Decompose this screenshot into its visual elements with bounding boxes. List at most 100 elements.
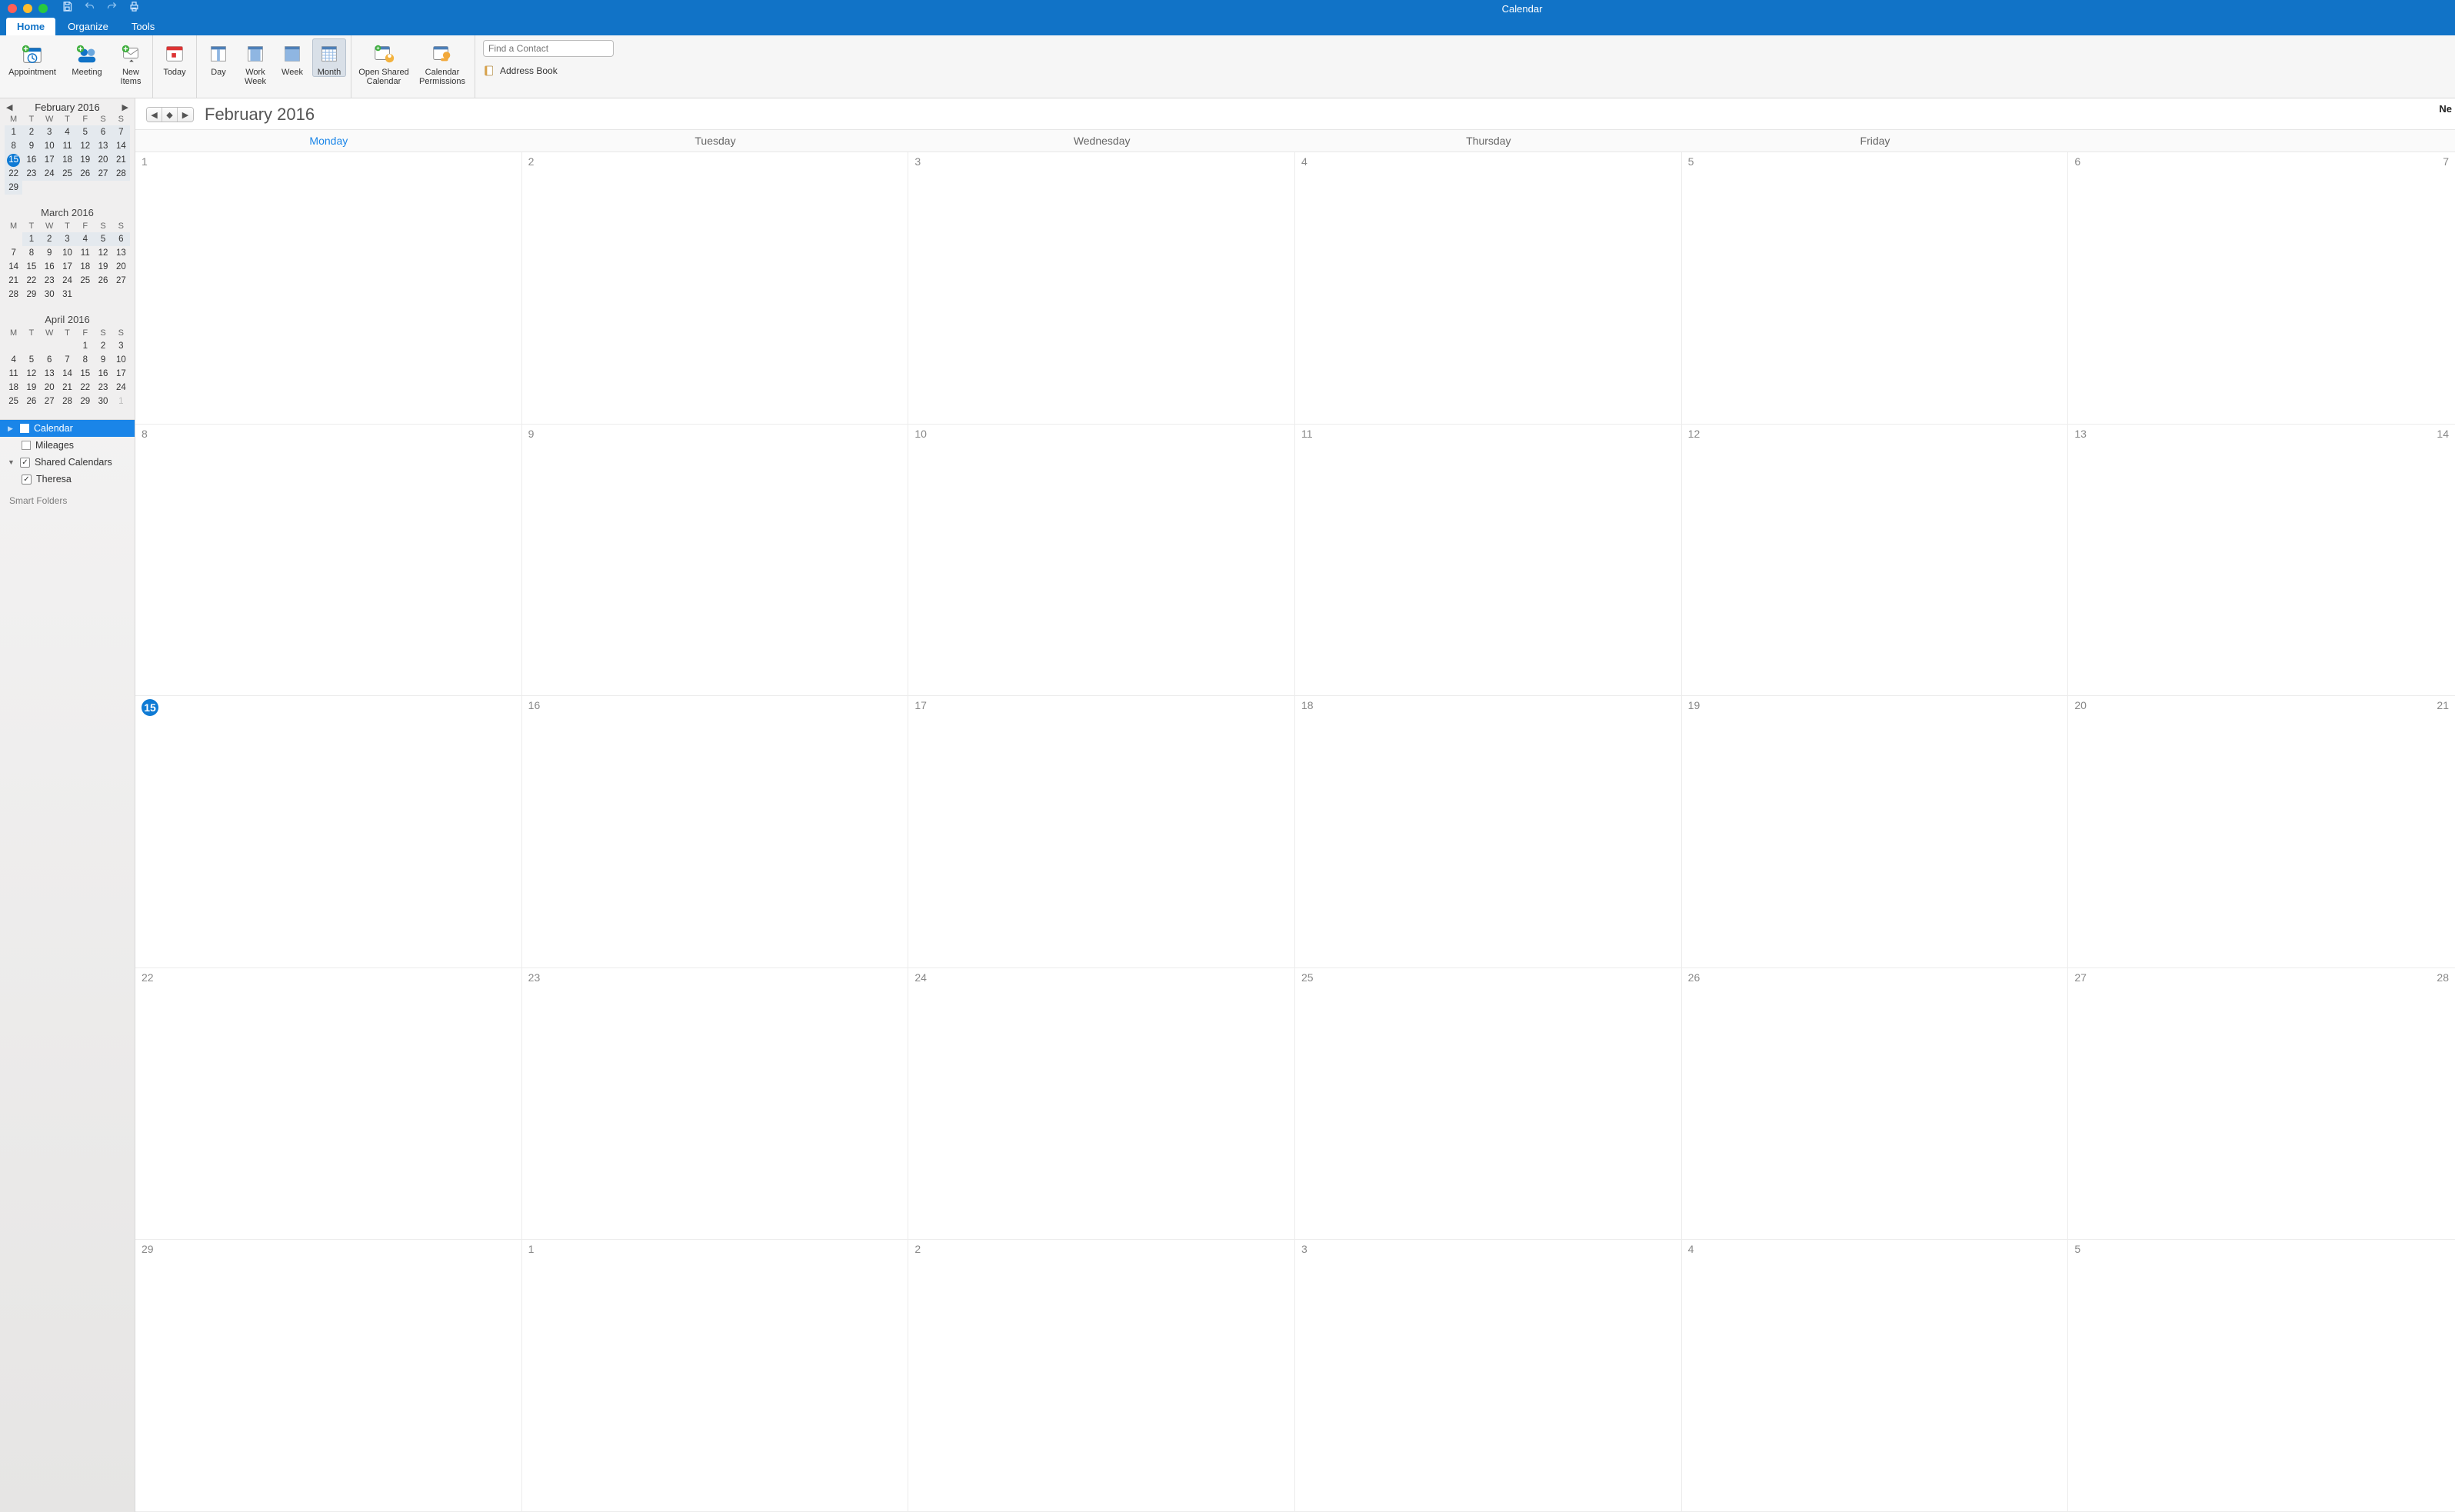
day-cell[interactable]: 24	[908, 968, 1295, 1241]
day-cell[interactable]: 9	[522, 425, 909, 697]
mini-day-cell[interactable]: 14	[112, 139, 130, 153]
mini-day-cell[interactable]: 24	[58, 274, 76, 288]
mini-day-cell[interactable]: 26	[22, 395, 40, 408]
day-cell[interactable]: 22	[135, 968, 522, 1241]
mini-day-cell[interactable]: 19	[22, 381, 40, 395]
mini-day-cell[interactable]: 16	[41, 260, 58, 274]
month-grid[interactable]: 1234567891011121314151617181920212223242…	[135, 152, 2455, 1512]
mini-prev-button[interactable]: ◀	[5, 102, 14, 112]
day-cell[interactable]: 4	[1295, 152, 1682, 425]
mini-day-cell[interactable]: 20	[94, 153, 112, 167]
mini-day-cell[interactable]: 12	[76, 139, 94, 153]
mini-day-cell[interactable]: 2	[22, 125, 40, 139]
day-cell[interactable]: 19	[1682, 696, 2069, 968]
mini-day-cell[interactable]: 1	[112, 395, 130, 408]
day-cell[interactable]: 1	[522, 1240, 909, 1512]
mini-day-cell[interactable]: 12	[22, 367, 40, 381]
mini-day-cell[interactable]: 13	[94, 139, 112, 153]
tab-home[interactable]: Home	[6, 18, 55, 35]
mini-day-cell[interactable]: 23	[41, 274, 58, 288]
checkbox-icon[interactable]	[22, 475, 32, 485]
mini-day-cell[interactable]: 25	[5, 395, 22, 408]
day-cell[interactable]: 4	[1682, 1240, 2069, 1512]
mini-day-cell[interactable]: 28	[58, 395, 76, 408]
view-workweek-button[interactable]: Work Week	[238, 38, 272, 86]
mini-day-cell[interactable]: 2	[94, 339, 112, 353]
window-zoom-icon[interactable]	[38, 4, 48, 13]
mini-day-cell[interactable]: 23	[94, 381, 112, 395]
mini-day-cell[interactable]: 20	[41, 381, 58, 395]
day-cell[interactable]: 5	[2068, 1240, 2455, 1512]
view-week-button[interactable]: Week	[275, 38, 309, 77]
mini-day-cell[interactable]: 22	[76, 381, 94, 395]
checkbox-icon[interactable]	[20, 458, 30, 468]
day-cell[interactable]: 11	[1295, 425, 1682, 697]
mini-day-cell[interactable]: 14	[58, 367, 76, 381]
mini-day-cell[interactable]: 27	[112, 274, 130, 288]
address-book-button[interactable]: Address Book	[483, 65, 614, 77]
day-cell[interactable]: 1314	[2068, 425, 2455, 697]
day-cell[interactable]: 15	[135, 696, 522, 968]
mini-day-cell[interactable]: 23	[22, 167, 40, 181]
mini-day-cell[interactable]: 22	[5, 167, 22, 181]
day-cell[interactable]: 5	[1682, 152, 2069, 425]
mini-day-cell[interactable]: 24	[112, 381, 130, 395]
day-cell[interactable]: 8	[135, 425, 522, 697]
mini-day-cell[interactable]: 8	[5, 139, 22, 153]
mini-day-cell[interactable]: 8	[22, 246, 40, 260]
mini-day-cell[interactable]: 21	[112, 153, 130, 167]
mini-day-cell[interactable]: 10	[58, 246, 76, 260]
open-shared-calendar-button[interactable]: Open Shared Calendar	[356, 38, 411, 86]
mini-day-cell[interactable]: 19	[94, 260, 112, 274]
mini-day-cell[interactable]: 13	[112, 246, 130, 260]
today-diamond-button[interactable]: ◆	[162, 108, 178, 122]
mini-day-cell[interactable]: 14	[5, 260, 22, 274]
mini-day-cell[interactable]: 25	[76, 274, 94, 288]
mini-day-cell[interactable]: 4	[76, 232, 94, 246]
day-cell[interactable]: 1	[135, 152, 522, 425]
day-cell[interactable]: 2728	[2068, 968, 2455, 1241]
mini-day-cell[interactable]: 18	[5, 381, 22, 395]
mini-day-cell[interactable]: 24	[41, 167, 58, 181]
mini-day-cell[interactable]: 9	[22, 139, 40, 153]
mini-day-cell[interactable]: 1	[5, 125, 22, 139]
mini-day-cell[interactable]: 3	[41, 125, 58, 139]
mini-day-cell[interactable]: 16	[94, 367, 112, 381]
tab-organize[interactable]: Organize	[57, 18, 119, 35]
undo-icon[interactable]	[84, 1, 95, 16]
mini-day-cell[interactable]: 19	[76, 153, 94, 167]
mini-day-cell[interactable]: 8	[76, 353, 94, 367]
mini-next-button[interactable]: ▶	[121, 102, 130, 112]
mini-day-cell[interactable]: 17	[41, 153, 58, 167]
day-cell[interactable]: 10	[908, 425, 1295, 697]
window-close-icon[interactable]	[8, 4, 17, 13]
mini-day-cell[interactable]: 25	[58, 167, 76, 181]
day-cell[interactable]: 2	[522, 152, 909, 425]
mini-day-cell[interactable]: 18	[76, 260, 94, 274]
mini-day-cell[interactable]: 15	[22, 260, 40, 274]
calendar-permissions-button[interactable]: Calendar Permissions	[415, 38, 470, 86]
day-cell[interactable]: 3	[1295, 1240, 1682, 1512]
mini-day-cell[interactable]: 4	[5, 353, 22, 367]
mini-day-cell[interactable]: 6	[41, 353, 58, 367]
mini-day-cell[interactable]: 15	[5, 153, 22, 167]
mini-day-cell[interactable]: 22	[22, 274, 40, 288]
mini-day-cell[interactable]: 21	[58, 381, 76, 395]
mini-day-cell[interactable]: 15	[76, 367, 94, 381]
day-cell[interactable]: 3	[908, 152, 1295, 425]
mini-day-cell[interactable]: 28	[112, 167, 130, 181]
day-cell[interactable]: 26	[1682, 968, 2069, 1241]
mini-day-cell[interactable]: 3	[58, 232, 76, 246]
day-cell[interactable]: 67	[2068, 152, 2455, 425]
mini-day-cell[interactable]: 16	[22, 153, 40, 167]
mini-day-cell[interactable]: 10	[41, 139, 58, 153]
mini-day-cell[interactable]: 29	[5, 181, 22, 195]
mini-day-cell[interactable]: 18	[58, 153, 76, 167]
mini-day-cell[interactable]: 17	[58, 260, 76, 274]
calendar-item-mileages[interactable]: Mileages	[0, 437, 135, 454]
mini-day-cell[interactable]: 1	[76, 339, 94, 353]
mini-day-cell[interactable]: 31	[58, 288, 76, 301]
calendar-item-theresa[interactable]: Theresa	[0, 471, 135, 488]
mini-day-cell[interactable]: 28	[5, 288, 22, 301]
mini-day-cell[interactable]: 13	[41, 367, 58, 381]
